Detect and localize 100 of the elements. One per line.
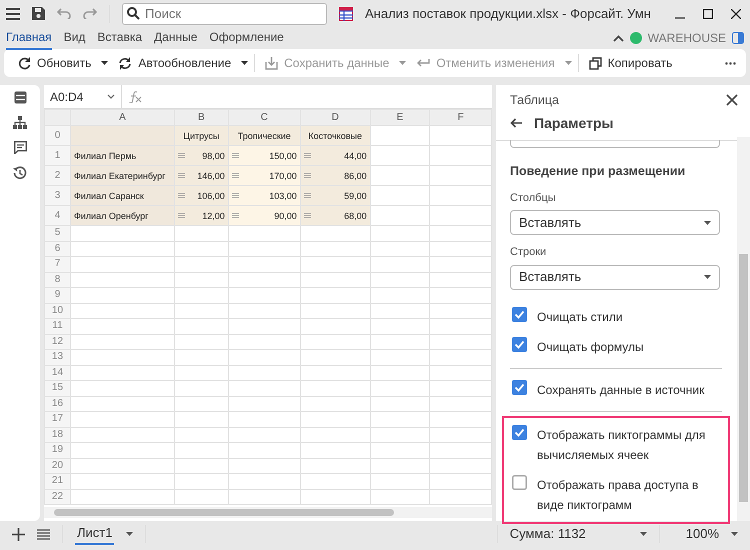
row-header[interactable]: 20 (44, 458, 70, 474)
toolbar-button[interactable]: Копировать (584, 52, 676, 74)
column-header[interactable]: C (228, 110, 300, 126)
dropdown-caret-icon[interactable] (241, 61, 248, 65)
ribbon-tab[interactable]: Вставка (97, 26, 142, 50)
checkbox[interactable] (512, 474, 527, 490)
back-arrow-icon[interactable] (510, 118, 522, 128)
menu-icon[interactable] (6, 8, 20, 20)
numeric-value: 12,00 (202, 210, 225, 222)
row-label: Филиал Оренбург (74, 210, 148, 220)
row-header[interactable]: 11 (44, 318, 70, 334)
row-header[interactable]: 17 (44, 412, 70, 427)
row-header[interactable]: 15 (44, 380, 70, 396)
row-header[interactable]: 7 (44, 256, 70, 272)
calculated-cell-icon (304, 153, 311, 158)
close-icon[interactable] (726, 94, 738, 106)
comment-icon[interactable] (14, 141, 26, 154)
column-header[interactable]: B (174, 110, 228, 126)
add-sheet-icon[interactable] (12, 528, 25, 540)
checkbox-checked[interactable] (512, 306, 527, 322)
row-label: Филиал Саранск (74, 190, 144, 200)
dropdown-caret-icon[interactable] (126, 532, 134, 536)
ribbon-tab[interactable]: Оформление (209, 26, 284, 50)
row-header[interactable]: 5 (44, 226, 70, 241)
row-header[interactable]: 9 (44, 288, 70, 303)
row-header[interactable]: 3 (44, 186, 70, 206)
download-tray-icon (265, 56, 278, 70)
checkbox-checked[interactable] (512, 336, 527, 352)
hierarchy-icon[interactable] (13, 116, 27, 129)
column-header[interactable]: F (430, 110, 492, 126)
row-header[interactable]: 10 (44, 303, 70, 318)
numeric-value: 44,00 (344, 150, 367, 162)
numeric-value: 68,00 (344, 210, 367, 222)
row-header[interactable]: 22 (44, 489, 70, 504)
vertical-scrollbar[interactable] (737, 137, 750, 521)
dropdown-field[interactable]: Вставлять (510, 210, 720, 235)
ribbon-tab[interactable]: Данные (154, 26, 198, 50)
row-header[interactable]: 2 (44, 166, 70, 186)
sheet-tab[interactable]: Лист1 (75, 523, 114, 545)
row-header[interactable]: 6 (44, 241, 70, 256)
column-header[interactable]: D (300, 110, 370, 126)
ribbon-tab[interactable]: Вид (64, 26, 86, 50)
option-label: Очищать стили (537, 308, 623, 326)
checkbox-checked[interactable] (512, 424, 527, 440)
row-header[interactable]: 0 (44, 126, 70, 146)
option-label: Сохранять данные в источник (537, 382, 704, 398)
column-title: Цитрусы (183, 130, 220, 140)
numeric-value: 86,00 (344, 170, 367, 182)
row-header[interactable]: 21 (44, 474, 70, 489)
field-label: Строки (510, 245, 548, 260)
row-header[interactable]: 18 (44, 427, 70, 442)
numeric-value: 146,00 (197, 170, 225, 182)
row-header[interactable]: 1 (44, 146, 70, 166)
section-heading: Поведение при размещении (510, 162, 686, 180)
calculated-cell-icon (304, 193, 311, 198)
row-header[interactable]: 8 (44, 272, 70, 288)
toolbar-button[interactable]: Обновить (14, 52, 96, 74)
numeric-value: 90,00 (274, 210, 297, 222)
list-icon[interactable] (14, 91, 26, 104)
cell-reference-field[interactable]: A0:D4 (44, 85, 122, 108)
row-header[interactable]: 13 (44, 350, 70, 365)
calculated-cell-icon (178, 193, 185, 198)
numeric-value: 103,00 (269, 190, 297, 202)
search-field[interactable]: Поиск (143, 2, 313, 24)
numeric-value: 150,00 (269, 150, 297, 162)
dropdown-caret-icon (704, 220, 711, 224)
dropdown-field[interactable]: Вставлять (510, 264, 720, 290)
calculated-cell-icon (232, 213, 239, 218)
side-panel-icon[interactable] (732, 32, 744, 44)
row-header[interactable]: 12 (44, 334, 70, 350)
row-header[interactable]: 19 (44, 442, 70, 458)
panel-title: Параметры (534, 114, 614, 133)
row-header[interactable]: 16 (44, 396, 70, 412)
history-icon[interactable] (13, 166, 27, 180)
row-label: Филиал Пермь (74, 150, 136, 160)
zoom-level[interactable]: 100% (686, 524, 719, 544)
dropdown-caret-icon[interactable] (731, 532, 738, 536)
numeric-value: 106,00 (197, 190, 225, 202)
maximize-icon[interactable] (703, 8, 713, 18)
collapse-caret-icon[interactable] (612, 34, 624, 42)
close-icon[interactable] (731, 8, 741, 18)
refresh-icon (18, 56, 31, 70)
window-title: Анализ поставок продукции.xlsx - Форсайт. Умн (365, 4, 651, 23)
row-header[interactable]: 4 (44, 206, 70, 226)
row-header[interactable]: 14 (44, 365, 70, 380)
connection-name: WAREHOUSE (648, 30, 726, 47)
checkbox-checked[interactable] (512, 380, 527, 394)
calculated-cell-icon (178, 153, 185, 158)
column-header[interactable]: E (370, 110, 430, 126)
option-label: Очищать формулы (537, 338, 644, 356)
horizontal-scrollbar[interactable] (44, 507, 492, 518)
calculated-cell-icon (232, 153, 239, 158)
search-box[interactable]: Поиск (122, 2, 327, 24)
dropdown-caret-icon[interactable] (101, 61, 108, 65)
column-header[interactable]: A (70, 110, 174, 126)
calculated-cell-icon (304, 173, 311, 178)
sheet-list-icon[interactable] (37, 528, 50, 540)
dropdown-caret-icon[interactable] (640, 532, 647, 536)
chevron-down-icon (107, 94, 115, 99)
toolbar-button[interactable]: Автообновление (114, 52, 236, 74)
